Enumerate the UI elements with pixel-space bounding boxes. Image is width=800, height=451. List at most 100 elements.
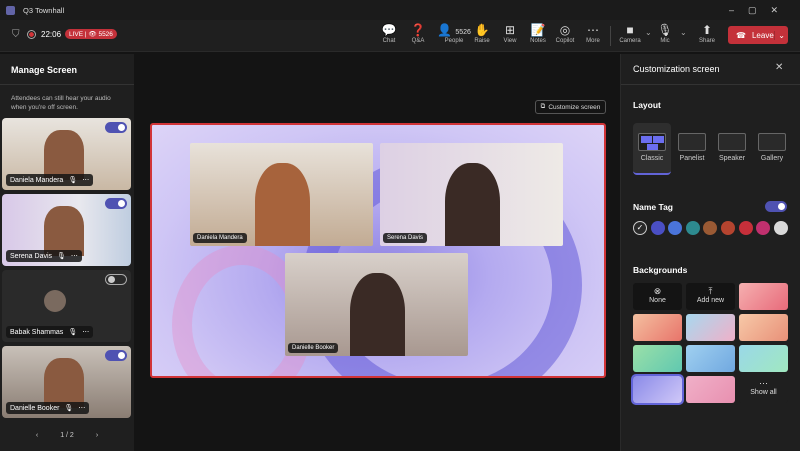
background-add-new[interactable]: ⤒ Add new	[686, 283, 735, 310]
name-tag-color-swatch[interactable]	[738, 221, 753, 235]
toolbar-camera-button[interactable]: ■ Camera	[615, 23, 645, 44]
person	[445, 163, 500, 246]
participant-tile[interactable]: Danielle Booker 🎙 ⋯	[2, 346, 131, 418]
name-tag-color-swatch[interactable]	[756, 221, 771, 235]
background-thumbnail[interactable]	[739, 314, 788, 341]
video-nametag: Daniela Mandera	[193, 233, 247, 243]
mic-icon: 🎙	[68, 177, 78, 184]
mic-icon: 🎙	[68, 329, 78, 336]
manage-screen-panel: Manage Screen Attendees can still hear y…	[0, 54, 134, 451]
meeting-toolbar: ⛉ 22:06 LIVE | 👁 5526 💬 Chat ❓ Q&A 👤 5526 Peo…	[0, 20, 800, 52]
background-thumbnail[interactable]	[739, 283, 788, 310]
person	[350, 273, 405, 356]
panel-note: Attendees can still hear your audio when…	[11, 95, 111, 111]
on-screen-toggle[interactable]	[105, 350, 127, 361]
customize-screen-button[interactable]: ⧉ Customize screen	[535, 100, 606, 114]
participant-video	[44, 358, 84, 408]
toolbar-raise-button[interactable]: ✋ Raise	[467, 23, 497, 44]
mic-options-chevron-icon[interactable]: ⌄	[680, 28, 687, 37]
panel-title: Customization screen	[633, 64, 720, 74]
more-icon: ⋯	[759, 378, 768, 388]
background-thumbnail[interactable]	[631, 374, 684, 405]
customize-icon: ⧉	[540, 103, 546, 110]
leave-button[interactable]: ☎ Leave ⌄	[728, 26, 788, 44]
toolbar-copilot-button[interactable]: ◎ Copilot	[550, 23, 580, 44]
name-tag-color-swatch[interactable]	[685, 221, 700, 235]
name-tag-toggle[interactable]	[765, 201, 787, 212]
background-none[interactable]: ⊗ None	[633, 283, 682, 310]
live-badge: LIVE | 👁 5526	[65, 29, 117, 39]
background-thumbnail[interactable]	[686, 345, 735, 372]
qa-icon: ❓	[410, 23, 426, 37]
more-options-icon[interactable]: ⋯	[71, 252, 78, 260]
participant-nametag: Danielle Booker 🎙 ⋯	[6, 402, 90, 414]
layout-option-panelist[interactable]: Panelist	[673, 123, 711, 175]
on-screen-toggle[interactable]	[105, 274, 127, 285]
background-thumbnail[interactable]	[633, 345, 682, 372]
toolbar-qa-button[interactable]: ❓ Q&A	[403, 23, 433, 44]
layout-gallery-icon	[758, 133, 786, 151]
layout-speaker-icon	[718, 133, 746, 151]
toolbar-divider	[610, 26, 611, 46]
participant-tile[interactable]: Babak Shammas 🎙 ⋯	[2, 270, 131, 342]
on-screen-toggle[interactable]	[105, 122, 127, 133]
layout-option-speaker[interactable]: Speaker	[713, 123, 751, 175]
more-options-icon[interactable]: ⋯	[82, 328, 89, 336]
prev-page-icon[interactable]: ‹	[36, 432, 38, 439]
backgrounds-heading: Backgrounds	[633, 265, 688, 275]
background-thumbnail[interactable]	[633, 314, 682, 341]
name-tag-color-swatch[interactable]	[721, 221, 735, 235]
video-nametag: Danielle Booker	[288, 343, 339, 353]
toolbar-mic-button[interactable]: 🎙 Mic	[650, 23, 680, 44]
none-icon: ⊗	[653, 286, 662, 296]
background-thumbnail[interactable]	[686, 314, 735, 341]
layout-option-gallery[interactable]: Gallery	[753, 123, 791, 175]
share-icon: ⬆	[701, 23, 713, 37]
more-icon: ⋯	[587, 23, 599, 37]
pager: ‹ 1 / 2 ›	[35, 432, 99, 439]
close-icon[interactable]: ✕	[775, 62, 783, 73]
next-page-icon[interactable]: ›	[96, 432, 98, 439]
participant-video	[44, 290, 66, 312]
video-nametag: Serena Davis	[383, 233, 428, 243]
participant-video	[44, 206, 84, 256]
leave-options-chevron-icon[interactable]: ⌄	[774, 30, 788, 40]
participant-tile[interactable]: Daniela Mandera 🎙 ⋯	[2, 118, 131, 190]
stage-video: Daniela Mandera	[190, 143, 373, 246]
background-thumbnail[interactable]	[739, 345, 788, 372]
background-show-all[interactable]: ⋯ Show all	[739, 376, 788, 403]
on-screen-toggle[interactable]	[105, 198, 127, 209]
name-tag-color-swatch[interactable]	[703, 221, 718, 235]
panel-title: Manage Screen	[11, 65, 78, 75]
toolbar-chat-button[interactable]: 💬 Chat	[374, 23, 404, 44]
camera-icon: ■	[626, 23, 634, 37]
hang-up-icon: ☎	[736, 30, 746, 40]
raise-hand-icon: ✋	[474, 23, 490, 37]
more-options-icon[interactable]: ⋯	[78, 404, 85, 412]
copilot-icon: ◎	[559, 23, 571, 37]
layout-classic-icon	[638, 133, 666, 151]
upload-icon: ⤒	[708, 286, 713, 296]
chat-icon: 💬	[381, 23, 397, 37]
layout-panelist-icon	[678, 133, 706, 151]
toolbar-more-button[interactable]: ⋯ More	[578, 23, 608, 44]
participant-tile[interactable]: Serena Davis 🎙 ⋯	[2, 194, 131, 266]
participant-nametag: Serena Davis 🎙 ⋯	[6, 250, 82, 262]
toolbar-view-button[interactable]: ⊞ View	[495, 23, 525, 44]
name-tag-color-swatch[interactable]	[668, 221, 683, 235]
person	[255, 163, 310, 246]
layout-option-classic[interactable]: Classic	[633, 123, 671, 175]
participant-video	[44, 130, 84, 180]
name-tag-color-swatch[interactable]	[650, 221, 665, 235]
more-options-icon[interactable]: ⋯	[82, 176, 89, 184]
toolbar-share-button[interactable]: ⬆ Share	[692, 23, 722, 44]
background-thumbnail[interactable]	[686, 376, 735, 403]
name-tag-color-swatch[interactable]: ✓	[633, 221, 647, 235]
stage-preview: Daniela Mandera Serena Davis Danielle Book…	[150, 123, 606, 378]
mic-icon: 🎙	[57, 253, 66, 260]
name-tag-color-swatch[interactable]	[773, 221, 788, 235]
window-controls[interactable]: –▢✕	[729, 5, 792, 16]
mic-icon: 🎙	[657, 23, 673, 37]
name-tag-heading: Name Tag	[633, 202, 673, 212]
toolbar-notes-button[interactable]: 📝 Notes	[523, 23, 553, 44]
